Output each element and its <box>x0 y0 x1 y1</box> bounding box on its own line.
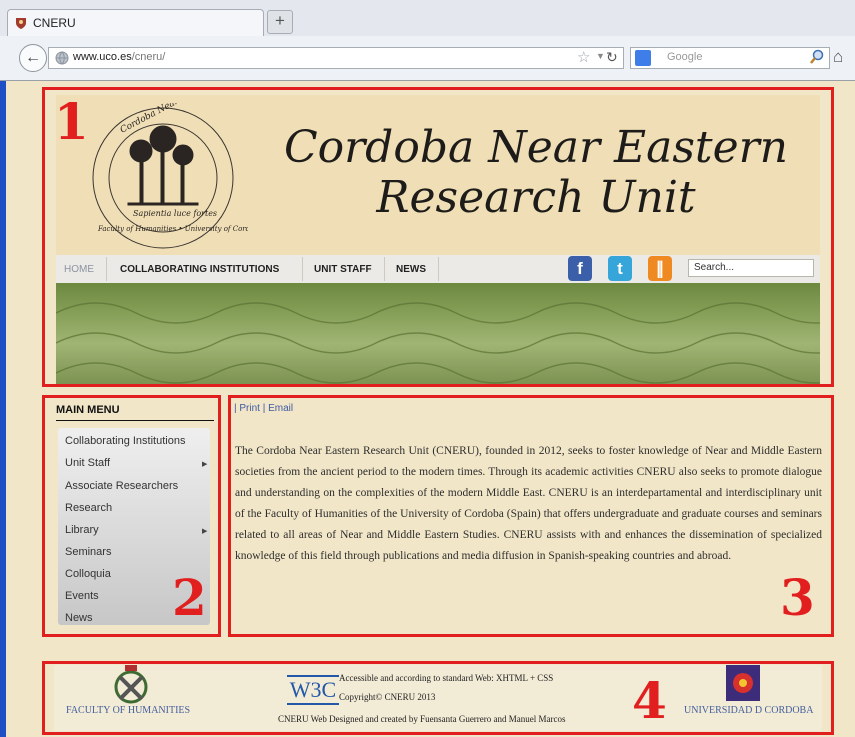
search-icon[interactable] <box>809 49 825 65</box>
annotation-number-1: 1 <box>54 92 89 151</box>
google-icon[interactable] <box>635 50 651 66</box>
browser-tab[interactable]: CNERU <box>7 9 264 37</box>
annotation-box-1 <box>42 87 834 387</box>
url-text: www.uco.es/cneru/ <box>73 51 165 63</box>
annotation-number-2: 2 <box>172 568 207 627</box>
url-bar[interactable]: www.uco.es/cneru/ ☆ ▼ ↻ <box>48 47 624 69</box>
annotation-box-3 <box>228 395 834 637</box>
dropdown-arrow-icon[interactable]: ▼ <box>596 51 605 61</box>
tab-title: CNERU <box>33 16 76 30</box>
annotation-number-4: 4 <box>632 671 667 730</box>
browser-tabbar: CNERU + <box>0 0 855 37</box>
home-icon[interactable]: ⌂ <box>833 47 843 67</box>
reload-icon[interactable]: ↻ <box>606 49 618 66</box>
browser-search-placeholder: Google <box>667 51 703 63</box>
browser-search-bar[interactable]: Google <box>630 47 830 69</box>
web-page: Cordoba Near Eastern Research Unit Sapie… <box>0 81 855 737</box>
back-button[interactable]: ← <box>19 44 47 72</box>
browser-navbar: ← www.uco.es/cneru/ ☆ ▼ ↻ Google ⌂ <box>0 36 855 81</box>
globe-icon <box>55 51 69 65</box>
bookmark-star-icon[interactable]: ☆ <box>577 48 590 66</box>
url-path: /cneru/ <box>131 51 166 63</box>
annotation-box-4 <box>42 661 834 735</box>
favicon-icon <box>16 18 26 29</box>
annotation-number-3: 3 <box>780 568 815 627</box>
window-edge <box>0 81 6 737</box>
page-wrapper: Cordoba Near Eastern Research Unit Sapie… <box>42 81 837 737</box>
new-tab-button[interactable]: + <box>267 10 293 34</box>
url-host: www.uco.es <box>73 51 132 63</box>
